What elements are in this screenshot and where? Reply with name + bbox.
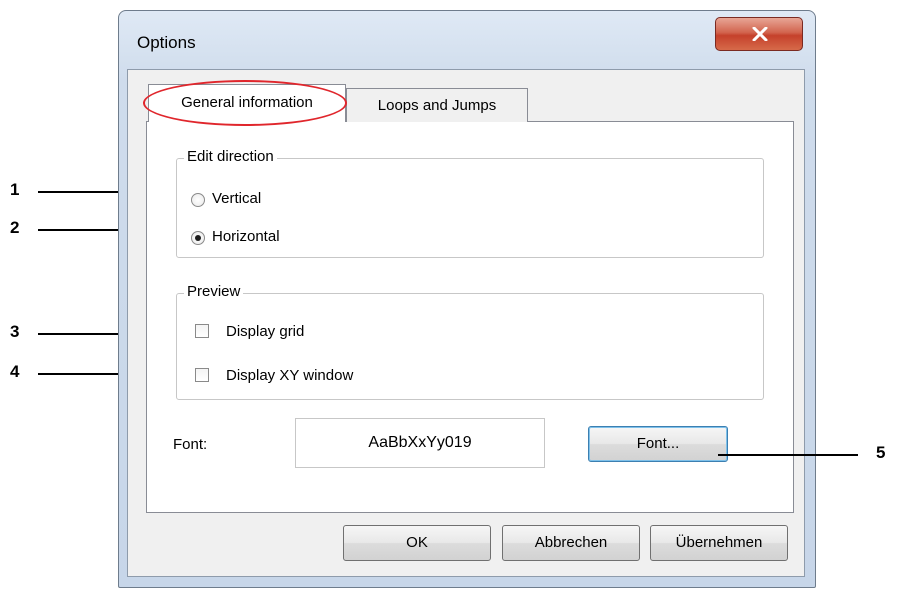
- edit-direction-legend: Edit direction: [184, 148, 277, 165]
- vertical-label[interactable]: Vertical: [212, 190, 261, 207]
- window-title: Options: [137, 33, 196, 52]
- cancel-button[interactable]: Abbrechen: [502, 525, 640, 561]
- tab-loops-and-jumps[interactable]: Loops and Jumps: [346, 88, 528, 122]
- preview-legend: Preview: [184, 283, 244, 300]
- close-icon: [752, 27, 768, 41]
- close-button[interactable]: [715, 17, 803, 51]
- callout-line-5: [718, 454, 858, 456]
- display-grid-checkbox[interactable]: [195, 324, 209, 338]
- horizontal-radio[interactable]: [191, 231, 205, 245]
- font-preview-box: AaBbXxYy019: [295, 418, 545, 468]
- horizontal-label[interactable]: Horizontal: [212, 228, 280, 245]
- display-xy-window-checkbox[interactable]: [195, 368, 209, 382]
- callout-3: 3: [10, 322, 20, 341]
- callout-1: 1: [10, 180, 20, 199]
- display-grid-label[interactable]: Display grid: [226, 323, 304, 340]
- font-button[interactable]: Font...: [588, 426, 728, 462]
- callout-5: 5: [876, 443, 886, 462]
- font-label: Font:: [173, 436, 208, 453]
- tab-loops-and-jumps-label: Loops and Jumps: [377, 97, 497, 114]
- display-xy-window-label[interactable]: Display XY window: [226, 367, 353, 384]
- apply-button[interactable]: Übernehmen: [650, 525, 788, 561]
- callout-4: 4: [10, 362, 20, 381]
- highlight-ellipse: [143, 80, 347, 126]
- callout-2: 2: [10, 218, 20, 237]
- ok-button[interactable]: OK: [343, 525, 491, 561]
- vertical-radio[interactable]: [191, 193, 205, 207]
